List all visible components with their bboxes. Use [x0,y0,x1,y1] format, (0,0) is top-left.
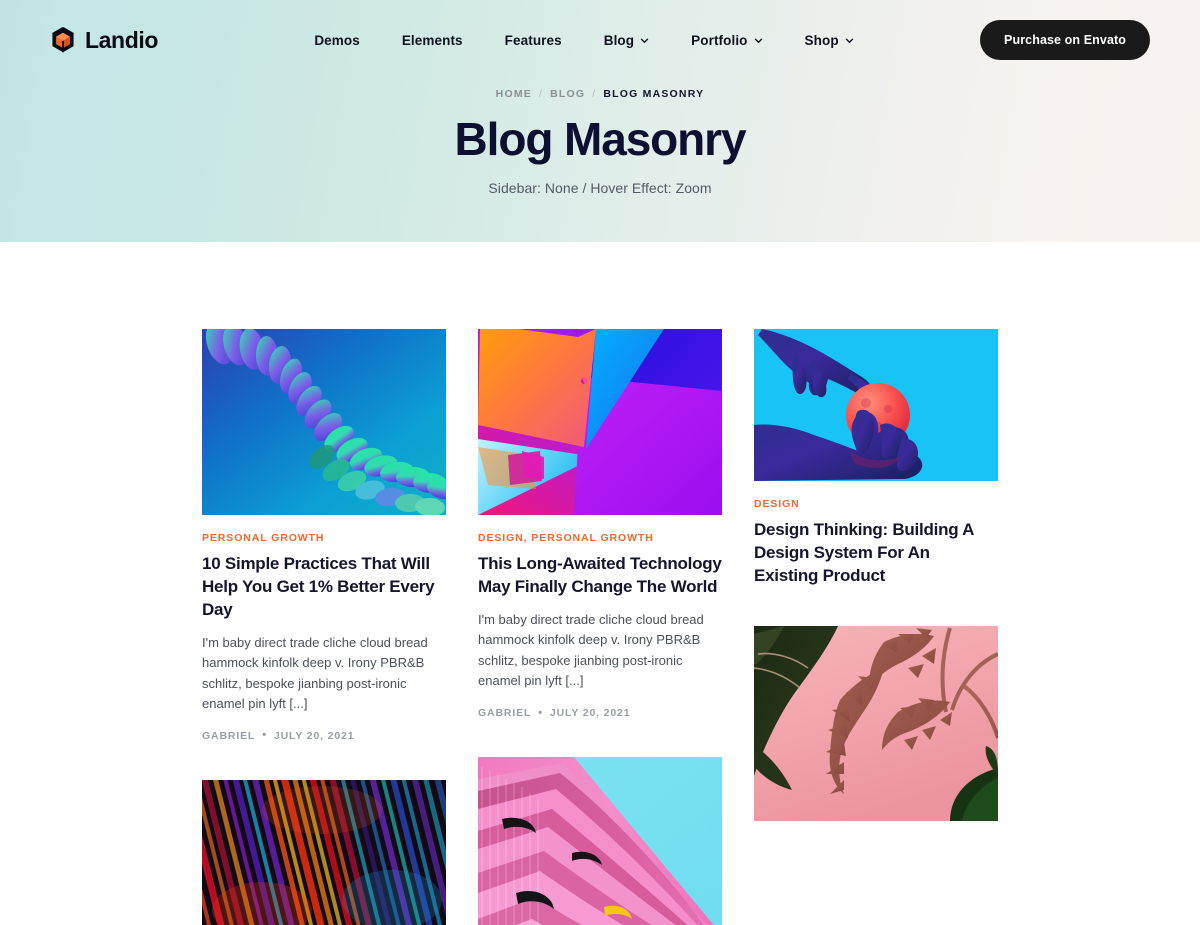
blog-post-card: PERSONAL GROWTH 5 Uses Of Artificial Int… [202,779,446,925]
post-categories[interactable]: DESIGN, PERSONAL GROWTH [478,532,722,544]
nav-item-portfolio[interactable]: Portfolio [691,33,762,48]
nav-label: Features [504,32,562,48]
blog-post-card: DESIGN, PERSONAL GROWTH This Long-Awaite… [478,329,722,719]
hero-section: Landio Demos Elements Features Blog Port… [0,0,1200,242]
nav-label: Portfolio [691,32,748,48]
post-categories[interactable]: DESIGN [754,498,998,510]
hexagon-cube-icon [50,27,76,53]
hands-holding-red-sphere-image [754,329,998,481]
chevron-down-icon [640,35,649,45]
post-meta: GABRIEL • JULY 20, 2021 [478,707,722,719]
post-thumbnail[interactable] [202,779,446,925]
chevron-down-icon [845,35,854,45]
nav-item-demos[interactable]: Demos [314,33,360,48]
post-excerpt: I'm baby direct trade cliche cloud bread… [202,634,428,712]
post-categories[interactable]: PERSONAL GROWTH [202,532,446,544]
post-excerpt: I'm baby direct trade cliche cloud bread… [478,611,704,689]
nav-label: Demos [314,32,360,48]
post-title[interactable]: This Long-Awaited Technology May Finally… [478,553,722,599]
chevron-down-icon [754,35,763,45]
breadcrumb-separator: / [538,88,544,100]
breadcrumb-separator: / [592,88,597,100]
post-thumbnail[interactable] [754,329,998,481]
purchase-on-envato-button[interactable]: Purchase on Envato [980,20,1150,60]
main-navigation: Demos Elements Features Blog Portfolio S… [188,33,980,48]
breadcrumb-item-home[interactable]: HOME [496,88,532,100]
post-date: JULY 20, 2021 [549,707,631,719]
nav-label: Shop [804,32,839,48]
post-author[interactable]: GABRIEL [478,707,531,719]
site-header: Landio Demos Elements Features Blog Port… [0,0,1200,80]
page-title: Blog Masonry [454,113,747,165]
post-date: JULY 20, 2021 [273,729,355,742]
geometric-color-planes-image [478,329,722,515]
post-title[interactable]: Design Thinking: Building A Design Syste… [754,519,998,588]
blue-green-spiral-abstract-image [202,329,446,515]
nav-item-features[interactable]: Features [505,33,562,48]
colorful-light-streaks-image [202,779,446,925]
nav-item-shop[interactable]: Shop [805,33,854,48]
logo-text: Landio [85,26,158,53]
breadcrumb: HOME / BLOG / BLOG MASONRY [0,88,1200,100]
nav-item-elements[interactable]: Elements [402,33,463,48]
post-thumbnail[interactable] [754,625,998,821]
post-thumbnail[interactable] [478,757,722,925]
pink-wave-architecture-image [478,757,722,925]
blog-post-card [754,625,998,838]
post-meta: GABRIEL • JULY 20, 2021 [202,730,446,742]
nav-label: Elements [401,32,463,48]
meta-separator: • [262,729,267,742]
pink-tropical-leaves-image [754,625,998,821]
nav-label: Blog [603,32,635,48]
post-thumbnail[interactable] [202,329,446,515]
page-subtitle: Sidebar: None / Hover Effect: Zoom [488,179,712,196]
blog-post-card: DESIGN Design Thinking: Building A Desig… [754,329,998,588]
post-title[interactable]: 10 Simple Practices That Will Help You G… [202,553,446,622]
blog-post-card [478,757,722,925]
blog-post-card: PERSONAL GROWTH 10 Simple Practices That… [202,329,446,742]
post-thumbnail[interactable] [478,329,722,515]
breadcrumb-item-current: BLOG MASONRY [603,88,705,100]
blog-masonry-grid: PERSONAL GROWTH 10 Simple Practices That… [202,242,998,925]
breadcrumb-item-blog[interactable]: BLOG [550,88,585,100]
post-author[interactable]: GABRIEL [202,730,255,742]
nav-item-blog[interactable]: Blog [604,33,649,48]
logo[interactable]: Landio [50,27,158,54]
meta-separator: • [538,706,543,719]
hero-content: HOME / BLOG / BLOG MASONRY Blog Masonry … [0,88,1200,196]
